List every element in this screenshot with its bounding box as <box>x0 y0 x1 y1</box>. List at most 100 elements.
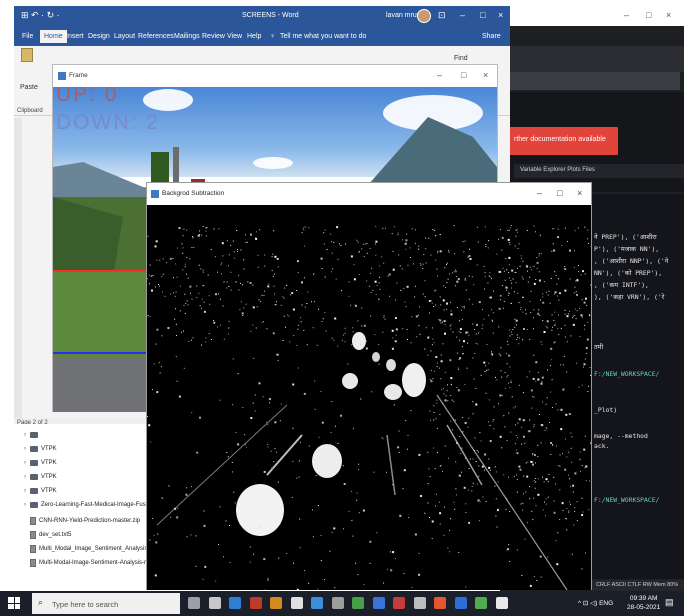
folder-icon <box>30 488 38 494</box>
windows-start-icon[interactable] <box>8 597 20 609</box>
tab-layout[interactable]: Layout <box>114 33 135 40</box>
bgsub-maximize-button[interactable]: □ <box>557 188 562 198</box>
taskbar-app-icon[interactable] <box>475 597 487 609</box>
paste-button[interactable]: Paste <box>20 84 38 91</box>
list-item[interactable]: › VTPK <box>24 472 57 482</box>
list-item[interactable]: › VTPK <box>24 486 57 496</box>
vehicle-blob <box>386 359 396 371</box>
console-line: ), ('कहा VRN'), ('रे <box>594 293 665 301</box>
list-item[interactable]: Multi-Modal-Image-Sentiment-Analysis-mas… <box>24 558 157 568</box>
folder-icon <box>30 446 38 452</box>
ide-close-button[interactable]: × <box>666 10 671 20</box>
file-icon <box>30 545 36 553</box>
taskbar-app-icon[interactable] <box>188 597 200 609</box>
taskbar-app-icon[interactable] <box>413 597 426 609</box>
list-item[interactable]: Multi_Modal_Image_Sentiment_Analysis_Rep… <box>24 544 165 554</box>
ipython-console[interactable]: ने PREP'), ('आशीरा P'), ('मजाक NN'), , (… <box>592 194 684 579</box>
tab-review[interactable]: Review <box>202 33 225 40</box>
frame-title: Frame <box>69 72 88 79</box>
frame-close-button[interactable]: × <box>483 70 488 80</box>
ide-maximize-button[interactable]: □ <box>646 10 651 20</box>
word-close-button[interactable]: × <box>498 10 503 20</box>
taskbar-app-icon[interactable] <box>311 597 323 609</box>
ribbon-tabs: File Home Insert Design Layout Reference… <box>14 28 510 46</box>
taskbar-app-icon[interactable] <box>454 597 467 609</box>
ide-pane-tabs[interactable]: Variable Explorer Plots Files <box>514 164 684 178</box>
notification-icon[interactable]: ▤ <box>665 597 674 608</box>
taskbar-clock[interactable]: 09:39 AM 28-05-2021 <box>627 594 660 612</box>
taskbar-app-icon[interactable] <box>352 597 364 609</box>
taskbar-app-icon[interactable] <box>249 597 262 609</box>
bgsub-minimize-button[interactable]: – <box>537 188 542 198</box>
system-tray[interactable]: ^ ⊡ ◁) ENG <box>578 599 613 607</box>
find-button[interactable]: Find <box>454 55 468 62</box>
tab-references[interactable]: References <box>138 33 174 40</box>
counting-line-down <box>53 352 153 354</box>
taskbar-app-icon[interactable] <box>270 597 282 609</box>
quick-access-toolbar[interactable]: ⊞ ↶ · ↻ · <box>21 10 60 21</box>
documentation-banner[interactable]: rther documentation available <box>508 127 618 155</box>
list-item[interactable]: › <box>24 430 41 440</box>
taskbar-app-icon[interactable] <box>290 597 303 609</box>
taskbar-app-icon[interactable] <box>495 597 508 609</box>
folder-icon <box>30 460 38 466</box>
list-item[interactable]: CNN-RNN-Yield-Prediction-master.zip <box>24 516 140 526</box>
taskbar-app-icon[interactable] <box>434 597 446 609</box>
tab-help[interactable]: Help <box>247 33 261 40</box>
road <box>53 357 153 412</box>
console-line: , ('आशीरा NNP'), ('ने <box>594 257 669 265</box>
search-icon: ⌕ <box>38 597 44 607</box>
bgsub-close-button[interactable]: × <box>577 188 582 198</box>
tab-insert[interactable]: Insert <box>66 33 84 40</box>
ide-titlebar: – □ × <box>500 6 684 26</box>
app-icon <box>151 190 159 198</box>
ide-path-bar[interactable] <box>504 72 680 90</box>
list-item[interactable]: dev_set.txt5 <box>24 530 71 540</box>
vehicle-blob <box>402 363 426 397</box>
share-button[interactable]: Share <box>482 33 501 40</box>
tab-design[interactable]: Design <box>88 33 110 40</box>
folder-icon <box>30 432 38 438</box>
list-item[interactable]: › VTPK <box>24 444 57 454</box>
vehicle-blob <box>342 373 358 389</box>
frame-minimize-button[interactable]: – <box>437 70 442 80</box>
vehicle-blob <box>312 444 342 478</box>
taskbar-search-input[interactable]: ⌕ Type here to search <box>32 593 180 614</box>
tab-file[interactable]: File <box>22 33 33 40</box>
tab-home[interactable]: Home <box>40 30 67 43</box>
file-icon <box>30 531 36 539</box>
taskbar-app-icon[interactable] <box>331 597 344 609</box>
console-line: ने PREP'), ('आशीरा <box>594 233 657 241</box>
clock-time: 09:39 AM <box>629 595 658 602</box>
bgsub-title: Backgrod Subtraction <box>162 190 225 197</box>
tab-mailings[interactable]: Mailings <box>174 33 200 40</box>
folder-icon <box>30 474 38 480</box>
list-item[interactable]: › VTPK <box>24 458 57 468</box>
bgsub-titlebar: Backgrod Subtraction – □ × <box>147 183 591 205</box>
word-minimize-button[interactable]: – <box>460 10 465 20</box>
down-counter: DOWN: 2 <box>56 111 160 134</box>
frame-maximize-button[interactable]: □ <box>461 70 466 80</box>
list-item[interactable]: › Zero-Learning-Fast-Medical-Image-Fusion… <box>24 500 164 510</box>
taskbar-app-icon[interactable] <box>229 597 241 609</box>
folder-icon <box>30 502 38 508</box>
frame-titlebar: Frame – □ × <box>53 65 497 87</box>
console-line: तमी <box>594 343 604 351</box>
foreground-mask <box>147 205 591 590</box>
taskbar-app-icon[interactable] <box>372 597 385 609</box>
clipboard-group-label: Clipboard <box>17 108 43 114</box>
ribbon-display-options-button[interactable]: ⊡ <box>438 10 446 21</box>
word-maximize-button[interactable]: □ <box>480 10 485 20</box>
taskbar-app-icon[interactable] <box>393 597 405 609</box>
taskbar-app-icon[interactable] <box>208 597 221 609</box>
tell-me-search[interactable]: Tell me what you want to do <box>280 33 366 40</box>
console-line: F:/NEW_WORKSPACE/ <box>594 370 660 378</box>
console-line: F:/NEW_WORKSPACE/ <box>594 496 660 504</box>
counting-line-up <box>53 270 153 272</box>
tab-view[interactable]: View <box>227 33 242 40</box>
ide-minimize-button[interactable]: – <box>624 10 629 20</box>
avatar[interactable] <box>417 9 431 23</box>
paste-icon[interactable] <box>21 48 33 62</box>
file-icon <box>30 559 36 567</box>
console-line: mage, --method <box>594 432 648 440</box>
